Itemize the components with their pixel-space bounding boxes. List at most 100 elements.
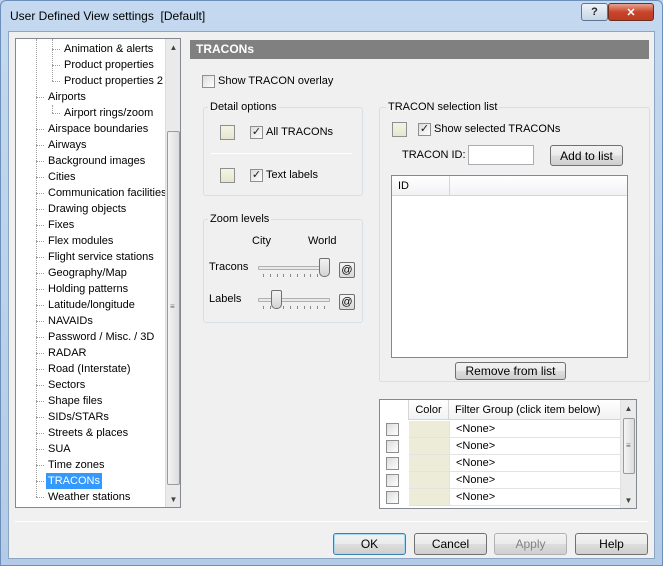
column-id-header[interactable]: ID (392, 176, 450, 196)
filter-scrollbar[interactable]: ▲ ≡ ▼ (620, 400, 636, 508)
tree-scroll-up-icon[interactable]: ▲ (166, 39, 180, 55)
tree-item[interactable]: SIDs/STARs (46, 409, 111, 425)
tree-connector (36, 305, 44, 306)
tree-item[interactable]: Airways (46, 137, 89, 153)
tree-item[interactable]: Background images (46, 153, 147, 169)
zoom-city-label: City (252, 235, 271, 247)
tree-connector (36, 465, 44, 466)
tree-item[interactable]: Road (Interstate) (46, 361, 133, 377)
all-tracons-checkbox[interactable]: ✓ (250, 126, 263, 139)
add-to-list-button[interactable]: Add to list (550, 145, 623, 166)
slider-tick (310, 274, 312, 277)
filter-group-grid[interactable]: Color Filter Group (click item below) <N… (379, 399, 637, 509)
tree-item[interactable]: TRACONs (46, 473, 102, 489)
filter-row-group[interactable]: <None> (449, 489, 620, 506)
tree-item[interactable]: Latitude/longitude (46, 297, 137, 313)
show-selected-label: Show selected TRACONs (434, 123, 561, 135)
show-selected-checkbox[interactable]: ✓ (418, 123, 431, 136)
tree-item[interactable]: Product properties 2 (62, 73, 165, 89)
filter-row-color[interactable] (409, 438, 449, 455)
cancel-button[interactable]: Cancel (414, 533, 487, 555)
filter-row-group[interactable]: <None> (449, 421, 620, 438)
tracon-id-input[interactable] (468, 145, 534, 165)
tree-connector (36, 337, 44, 338)
tree-item[interactable]: Fixes (46, 217, 76, 233)
filter-row-checkbox[interactable] (386, 474, 399, 487)
tree-scroll-down-icon[interactable]: ▼ (166, 491, 180, 507)
tree-item[interactable]: Flex modules (46, 233, 115, 249)
close-button[interactable]: ✕ (608, 3, 654, 21)
tree-scroll-thumb[interactable]: ≡ (167, 131, 180, 485)
section-header: TRACONs (190, 40, 649, 59)
close-icon: ✕ (626, 6, 636, 19)
tree-item[interactable]: Password / Misc. / 3D (46, 329, 156, 345)
show-overlay-label: Show TRACON overlay (218, 75, 334, 87)
tree-connector (36, 449, 44, 450)
filter-row-group[interactable]: <None> (449, 455, 620, 472)
remove-from-list-button[interactable]: Remove from list (455, 362, 566, 380)
text-labels-checkbox[interactable]: ✓ (250, 169, 263, 182)
category-tree[interactable]: Animation & alerts Product properties Prod… (15, 38, 181, 508)
help-button[interactable]: Help (575, 533, 648, 555)
footer-separator (15, 521, 648, 522)
filter-scroll-down-icon[interactable]: ▼ (621, 492, 636, 508)
tracon-id-list[interactable]: ID (391, 175, 628, 358)
filter-row-color[interactable] (409, 455, 449, 472)
tree-item[interactable]: Geography/Map (46, 265, 129, 281)
filter-scroll-up-icon[interactable]: ▲ (621, 400, 636, 416)
tracons-zoom-slider[interactable] (319, 258, 330, 277)
ok-button[interactable]: OK (333, 533, 406, 555)
filter-row-checkbox[interactable] (386, 440, 399, 453)
filter-row-checkbox[interactable] (386, 457, 399, 470)
color-column-header[interactable]: Color (408, 400, 449, 420)
filter-row-checkbox[interactable] (386, 423, 399, 436)
filter-row-color[interactable] (409, 421, 449, 438)
filter-scroll-thumb[interactable]: ≡ (623, 418, 635, 474)
column-blank-header[interactable] (450, 176, 627, 196)
tree-item[interactable]: Sectors (46, 377, 87, 393)
tree-item[interactable]: Shape files (46, 393, 104, 409)
tree-item[interactable]: Airspace boundaries (46, 121, 150, 137)
apply-button[interactable]: Apply (494, 533, 567, 555)
all-tracons-color-swatch[interactable] (220, 125, 235, 140)
filter-row-group[interactable]: <None> (449, 472, 620, 489)
labels-at-button[interactable]: @ (339, 294, 355, 310)
tree-connector (36, 401, 44, 402)
slider-tick (283, 274, 285, 277)
tree-item[interactable]: Animation & alerts (62, 41, 155, 57)
tree-item[interactable]: Cities (46, 169, 78, 185)
tree-item[interactable]: Weather stations (46, 489, 132, 505)
tree-connector (36, 385, 44, 386)
tree-item[interactable]: Airports (46, 89, 88, 105)
labels-zoom-slider[interactable] (271, 290, 283, 309)
filter-row-color[interactable] (409, 489, 449, 506)
dialog-client: Animation & alerts Product properties Prod… (8, 31, 655, 559)
tree-connector (36, 209, 44, 210)
tree-item[interactable]: Streets & places (46, 425, 130, 441)
tree-item[interactable]: Holding patterns (46, 281, 130, 297)
filter-row-group[interactable]: <None> (449, 438, 620, 455)
selected-tracons-color-swatch[interactable] (392, 122, 407, 137)
title-bar[interactable]: User Defined View settings [Default] ? ✕ (1, 1, 662, 31)
tree-item[interactable]: RADAR (46, 345, 89, 361)
text-labels-label: Text labels (266, 169, 318, 181)
tracons-at-button[interactable]: @ (339, 262, 355, 278)
filter-group-column-header[interactable]: Filter Group (click item below) (449, 400, 620, 420)
tree-item[interactable]: Time zones (46, 457, 106, 473)
tree-item[interactable]: Flight service stations (46, 249, 156, 265)
tree-item[interactable]: Product properties (62, 57, 156, 73)
tree-item[interactable]: Airport rings/zoom (62, 105, 155, 121)
text-labels-color-swatch[interactable] (220, 168, 235, 183)
detail-separator (211, 153, 352, 154)
tree-item[interactable]: Drawing objects (46, 201, 128, 217)
help-title-button[interactable]: ? (581, 3, 608, 21)
labels-zoom-track[interactable] (258, 298, 330, 302)
tree-connector (36, 193, 44, 194)
show-overlay-checkbox[interactable] (202, 75, 215, 88)
tree-scrollbar[interactable]: ▲ ≡ ▼ (165, 39, 180, 507)
tree-item[interactable]: NAVAIDs (46, 313, 95, 329)
tree-item[interactable]: Communication facilities (46, 185, 169, 201)
filter-row-checkbox[interactable] (386, 491, 399, 504)
filter-row-color[interactable] (409, 472, 449, 489)
tree-item[interactable]: SUA (46, 441, 73, 457)
